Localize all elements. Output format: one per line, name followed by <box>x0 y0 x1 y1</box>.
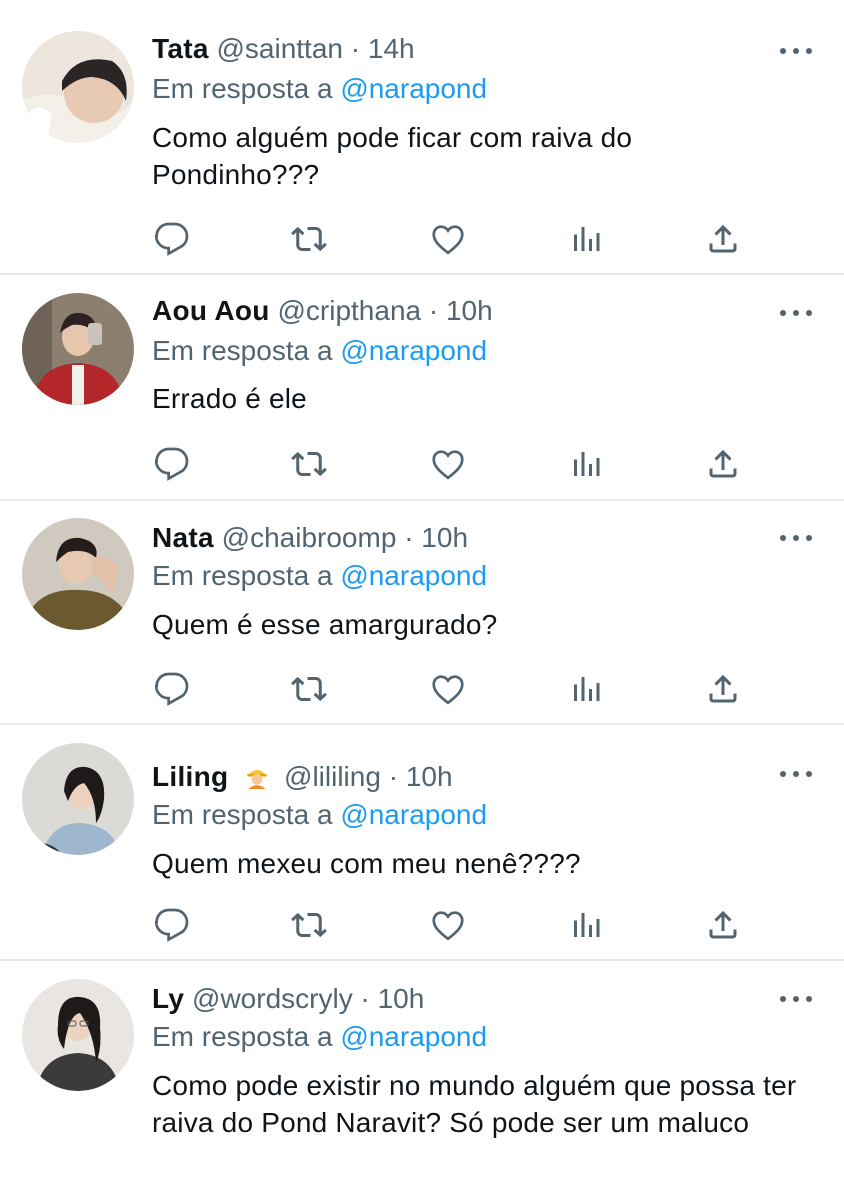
tweet-header: Nata @chaibroomp · 10h <box>152 518 754 558</box>
reply-prefix: Em resposta a <box>152 73 333 104</box>
share-icon[interactable] <box>703 905 743 945</box>
separator-dot: · <box>428 295 439 326</box>
separator-dot: · <box>350 33 361 64</box>
reply-context: Em resposta a @narapond <box>152 69 487 109</box>
tweet-actions <box>152 444 752 484</box>
avatar-photo <box>22 979 134 1091</box>
reply-context: Em resposta a @narapond <box>152 1017 487 1057</box>
views-chart-icon[interactable] <box>566 905 606 945</box>
separator-dot: · <box>388 761 399 792</box>
avatar[interactable] <box>22 293 134 405</box>
tweet-time[interactable]: 10h <box>406 761 453 792</box>
tweet-time[interactable]: 10h <box>421 522 468 553</box>
reply-feed: Tata @sainttan · 14h Em resposta a @nara… <box>0 0 844 1200</box>
user-handle[interactable]: @chaibroomp <box>222 522 397 553</box>
like-heart-icon[interactable] <box>428 905 468 945</box>
more-options-icon[interactable] <box>780 993 812 1005</box>
avatar[interactable] <box>22 979 134 1091</box>
reply-tweet[interactable]: Ly @wordscryly · 10h Em resposta a @nara… <box>0 961 844 1200</box>
reply-mention-link[interactable]: @narapond <box>340 335 487 366</box>
retweet-icon[interactable] <box>289 219 329 259</box>
avatar-photo <box>22 743 134 855</box>
reply-prefix: Em resposta a <box>152 1021 333 1052</box>
more-options-icon[interactable] <box>780 768 812 780</box>
display-name[interactable]: Aou Aou <box>152 295 270 326</box>
tweet-text: Como pode existir no mundo alguém que po… <box>152 1070 797 1138</box>
share-icon[interactable] <box>703 219 743 259</box>
reply-icon[interactable] <box>152 219 192 259</box>
display-name[interactable]: Ly <box>152 983 184 1014</box>
user-handle[interactable]: @sainttan <box>216 33 343 64</box>
tweet-header: Aou Aou @cripthana · 10h <box>152 291 754 331</box>
tweet-text: Errado é ele <box>152 383 307 414</box>
reply-mention-link[interactable]: @narapond <box>340 560 487 591</box>
views-chart-icon[interactable] <box>566 669 606 709</box>
views-chart-icon[interactable] <box>566 444 606 484</box>
retweet-icon[interactable] <box>289 444 329 484</box>
more-options-icon[interactable] <box>780 307 812 319</box>
share-icon[interactable] <box>703 669 743 709</box>
user-handle[interactable]: @wordscryly <box>192 983 353 1014</box>
more-options-icon[interactable] <box>780 532 812 544</box>
like-heart-icon[interactable] <box>428 669 468 709</box>
avatar-photo <box>22 518 134 630</box>
avatar-photo <box>22 293 134 405</box>
reply-mention-link[interactable]: @narapond <box>340 799 487 830</box>
reply-prefix: Em resposta a <box>152 560 333 591</box>
reply-tweet[interactable]: Aou Aou @cripthana · 10h Em resposta a @… <box>0 275 844 501</box>
tweet-text: Quem mexeu com meu nenê???? <box>152 848 581 879</box>
display-name[interactable]: Tata <box>152 33 209 64</box>
tweet-header: Tata @sainttan · 14h <box>152 29 754 69</box>
avatar[interactable] <box>22 743 134 855</box>
reply-icon[interactable] <box>152 669 192 709</box>
tweet-text: Como alguém pode ficar com raiva do Pond… <box>152 122 633 190</box>
reply-prefix: Em resposta a <box>152 335 333 366</box>
reply-tweet[interactable]: Tata @sainttan · 14h Em resposta a @nara… <box>0 0 844 275</box>
separator-dot: · <box>404 522 414 553</box>
tweet-actions <box>152 905 752 945</box>
reply-mention-link[interactable]: @narapond <box>340 1021 487 1052</box>
tweet-time[interactable]: 14h <box>368 33 415 64</box>
display-name[interactable]: Liling <box>152 761 228 792</box>
display-name[interactable]: Nata <box>152 522 214 553</box>
user-handle[interactable]: @lililing <box>284 761 381 792</box>
avatar[interactable] <box>22 518 134 630</box>
avatar-photo <box>22 31 134 143</box>
construction-worker-emoji-icon <box>247 770 267 789</box>
tweet-header: Liling @lililing · 10h <box>152 757 754 797</box>
like-heart-icon[interactable] <box>428 219 468 259</box>
tweet-text: Quem é esse amargurado? <box>152 609 498 640</box>
reply-prefix: Em resposta a <box>152 799 333 830</box>
retweet-icon[interactable] <box>289 905 329 945</box>
reply-tweet[interactable]: Nata @chaibroomp · 10h Em resposta a @na… <box>0 501 844 725</box>
reply-icon[interactable] <box>152 444 192 484</box>
tweet-time[interactable]: 10h <box>378 983 425 1014</box>
tweet-actions <box>152 219 752 259</box>
views-chart-icon[interactable] <box>566 219 606 259</box>
reply-mention-link[interactable]: @narapond <box>340 73 487 104</box>
user-handle[interactable]: @cripthana <box>277 295 421 326</box>
tweet-time[interactable]: 10h <box>446 295 493 326</box>
more-options-icon[interactable] <box>780 45 812 57</box>
like-heart-icon[interactable] <box>428 444 468 484</box>
tweet-actions <box>152 669 752 709</box>
reply-context: Em resposta a @narapond <box>152 795 487 835</box>
reply-context: Em resposta a @narapond <box>152 331 487 371</box>
reply-context: Em resposta a @narapond <box>152 556 487 596</box>
reply-icon[interactable] <box>152 905 192 945</box>
tweet-header: Ly @wordscryly · 10h <box>152 979 754 1019</box>
retweet-icon[interactable] <box>289 669 329 709</box>
avatar[interactable] <box>22 31 134 143</box>
separator-dot: · <box>360 983 370 1014</box>
reply-tweet[interactable]: Liling @lililing · 10h Em resposta a @na… <box>0 725 844 961</box>
share-icon[interactable] <box>703 444 743 484</box>
